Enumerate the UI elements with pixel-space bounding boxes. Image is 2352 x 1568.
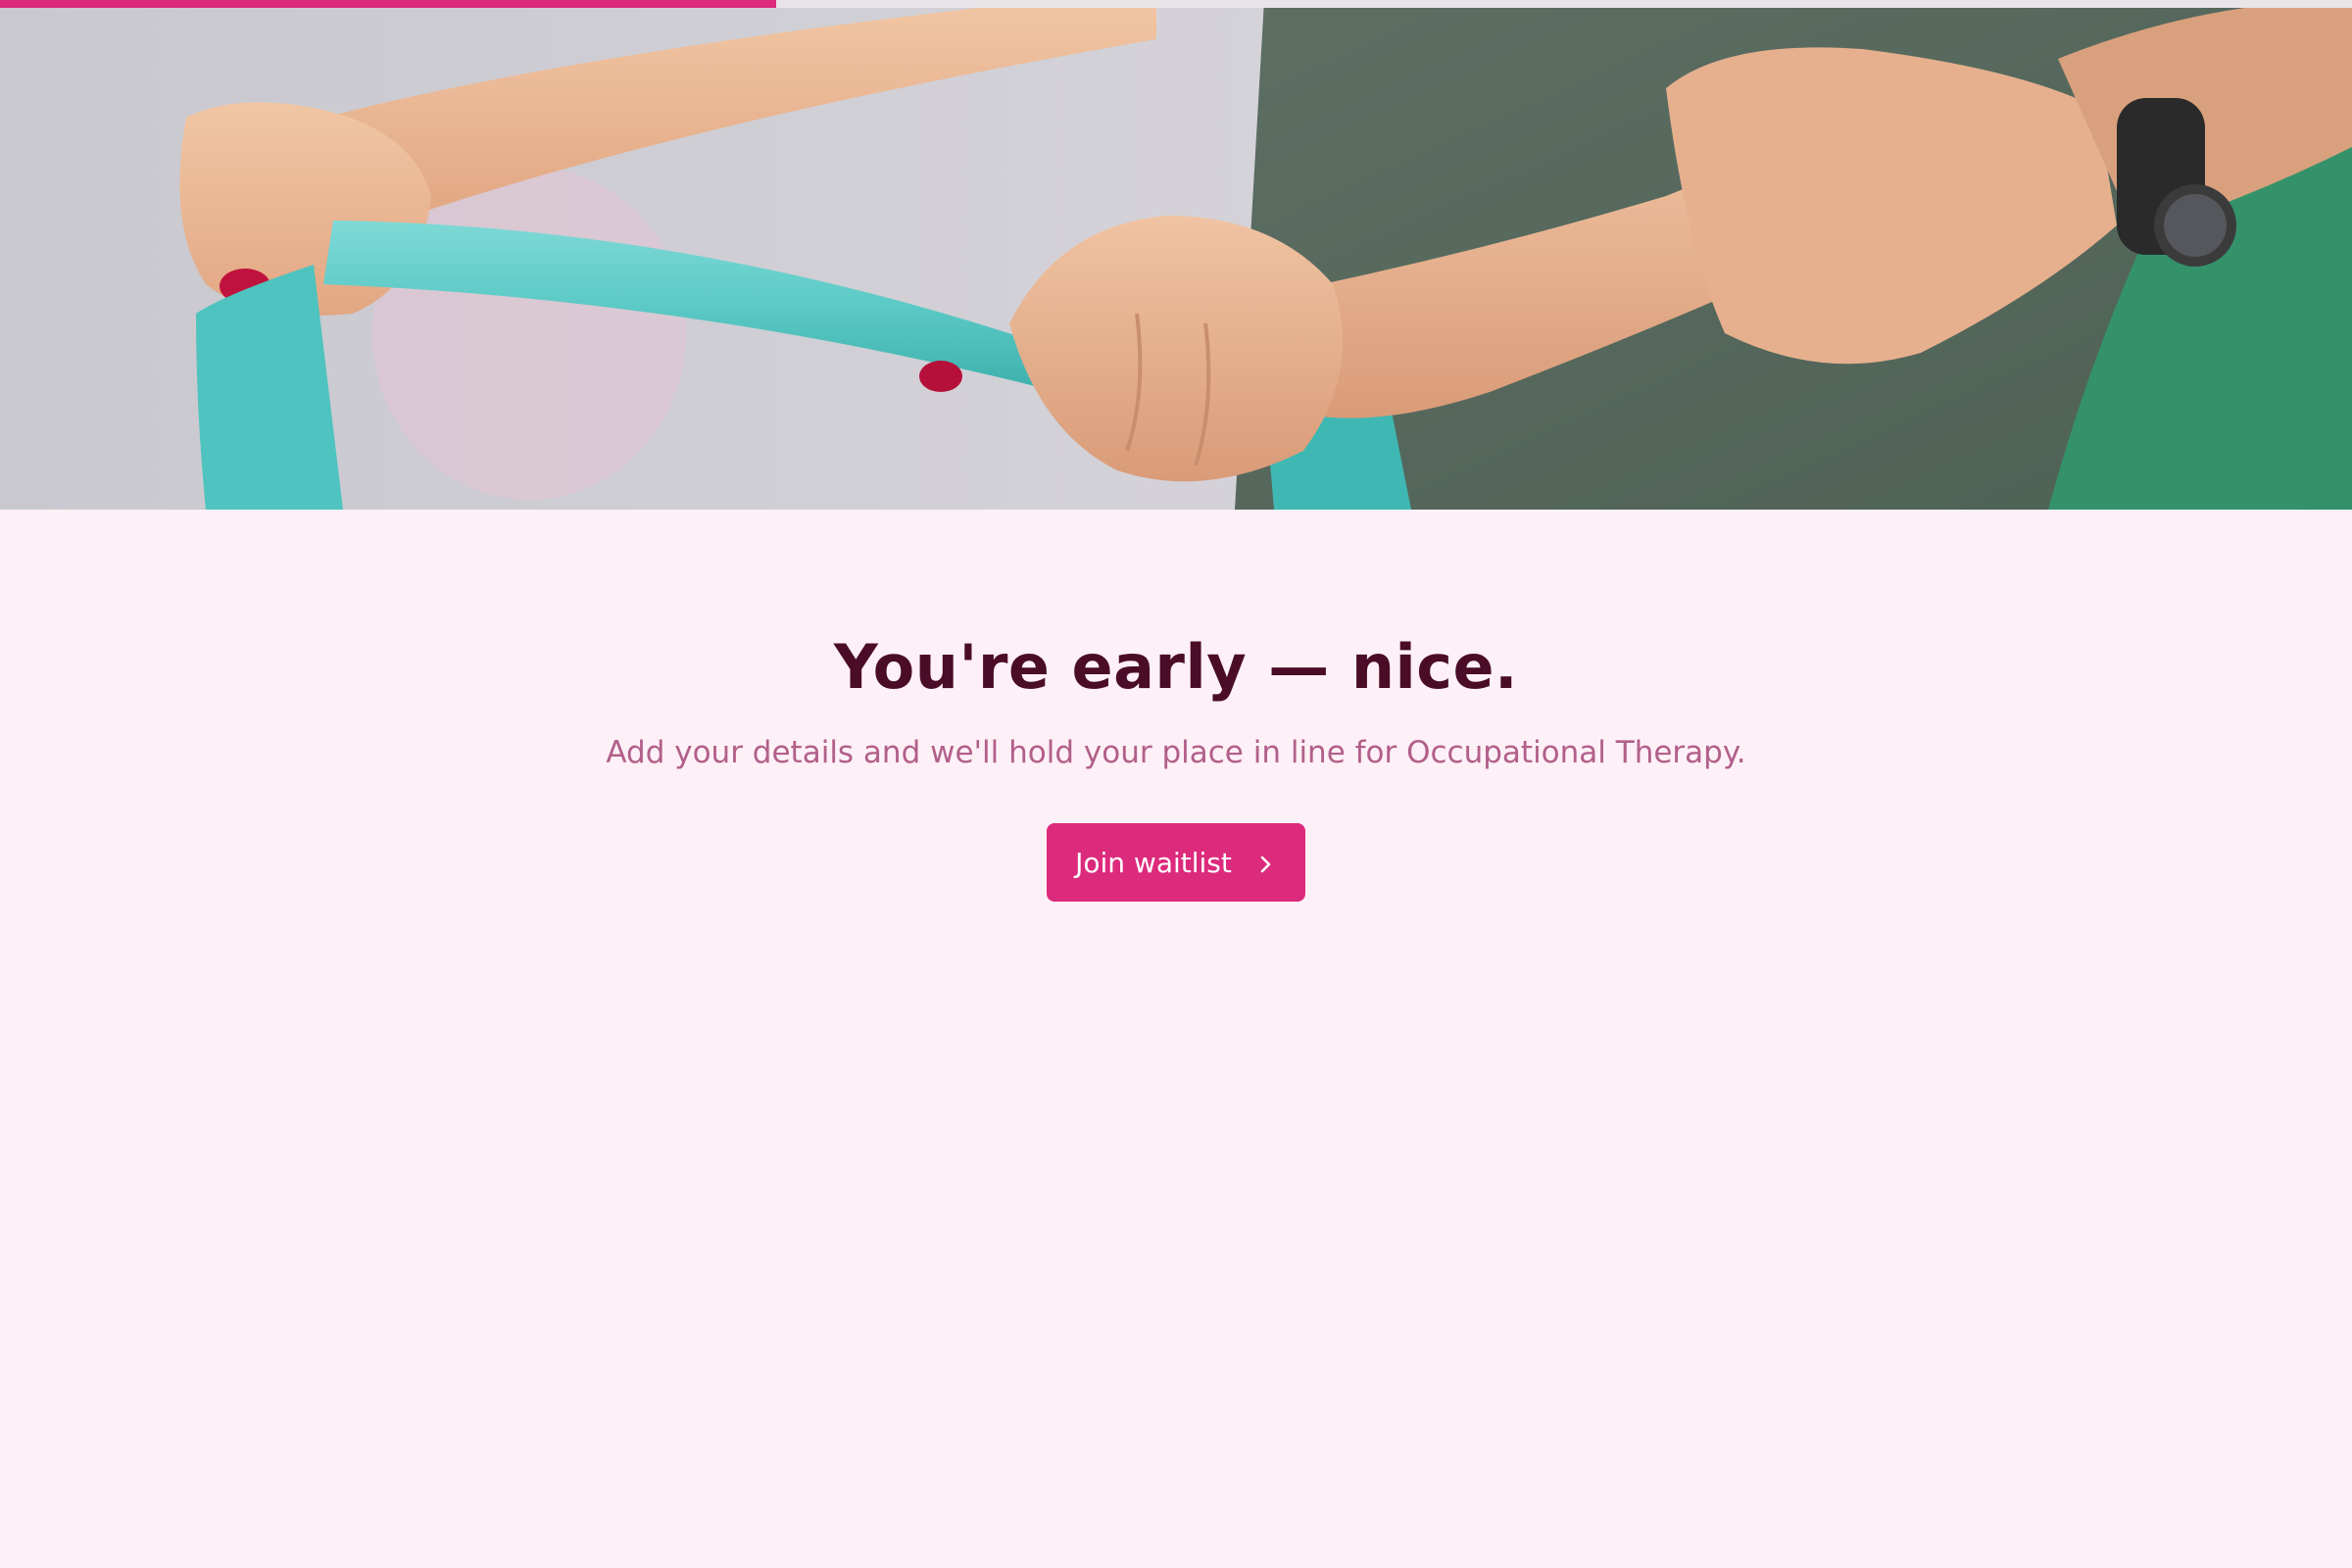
progress-bar bbox=[0, 0, 2352, 8]
join-waitlist-label: Join waitlist bbox=[1075, 846, 1232, 879]
hero-image bbox=[0, 0, 2352, 510]
join-waitlist-button[interactable]: Join waitlist bbox=[1047, 823, 1305, 902]
page-title: You're early — nice. bbox=[833, 631, 1519, 703]
progress-bar-fill bbox=[0, 0, 776, 8]
page-subtitle: Add your details and we'll hold your pla… bbox=[606, 735, 1746, 770]
chevron-right-icon bbox=[1253, 851, 1277, 874]
